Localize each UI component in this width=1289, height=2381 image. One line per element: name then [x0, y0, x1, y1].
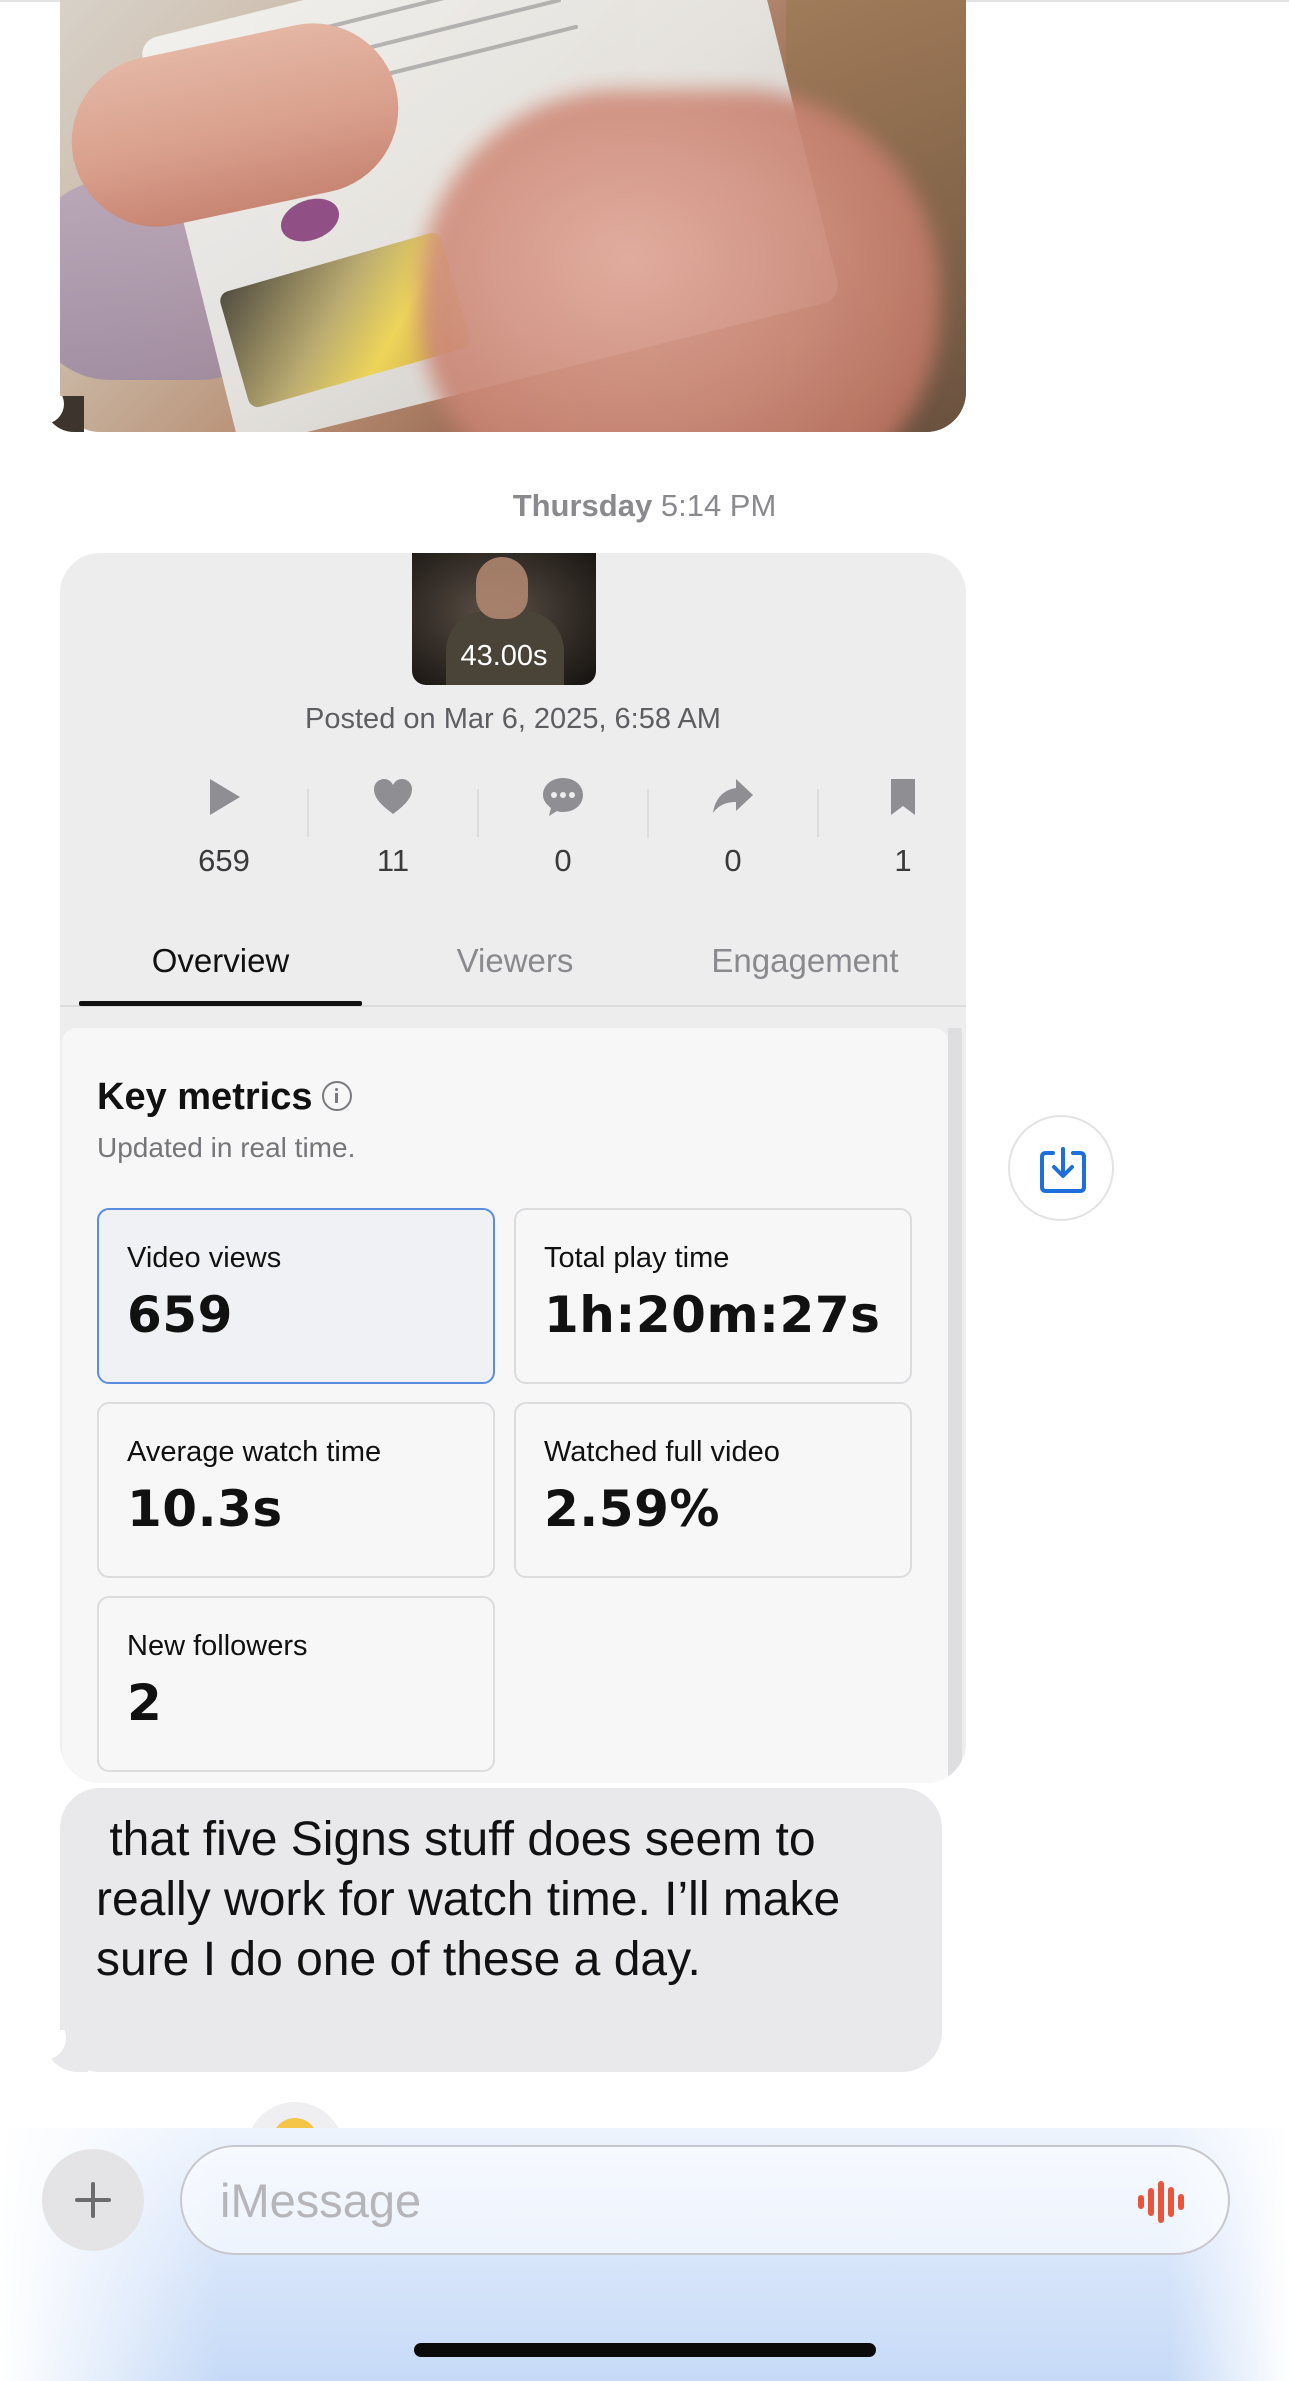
message-timestamp: Thursday 5:14 PM [0, 488, 1289, 524]
stat-likes-value: 11 [376, 843, 410, 878]
metric-value: 659 [127, 1286, 233, 1344]
metric-average-watch-time[interactable]: Average watch time 10.3s [97, 1402, 495, 1578]
metric-value: 1h:20m:27s [544, 1286, 881, 1344]
metric-label: New followers [127, 1630, 308, 1662]
timestamp-day: Thursday [512, 488, 653, 523]
active-tab-indicator [79, 1001, 362, 1006]
bookmark-icon [891, 779, 915, 815]
metric-label: Average watch time [127, 1436, 382, 1468]
stat-comments-value: 0 [554, 843, 572, 878]
metric-value: 10.3s [127, 1480, 283, 1538]
video-duration: 43.00s [460, 640, 548, 672]
metric-watched-full-video[interactable]: Watched full video 2.59% [514, 1402, 912, 1578]
tab-engagement[interactable]: Engagement [660, 933, 950, 1005]
stat-comments: 0 [478, 775, 648, 879]
key-metrics-card: Key metrics Updated in real time. Video … [62, 1028, 962, 1783]
waveform-icon[interactable] [1138, 2181, 1194, 2223]
screenshot-message[interactable]: 43.00s Posted on Mar 6, 2025, 6:58 AM 65… [60, 553, 966, 1783]
video-thumbnail: 43.00s [412, 553, 596, 685]
photo-finger [420, 90, 940, 432]
stat-likes: 11 [308, 775, 478, 879]
stat-views: 659 [139, 775, 309, 879]
key-metrics-title: Key metrics [97, 1076, 313, 1118]
home-indicator[interactable] [414, 2343, 876, 2357]
metric-label: Watched full video [544, 1436, 780, 1468]
heart-icon [374, 779, 412, 814]
metric-label: Video views [127, 1242, 282, 1274]
stat-saves: 1 [818, 775, 966, 879]
analytics-tabs: Overview Viewers Engagement [60, 933, 966, 1007]
stat-views-value: 659 [198, 843, 250, 878]
comment-icon [543, 778, 583, 816]
imessage-input[interactable]: iMessage [180, 2145, 1230, 2255]
stat-shares-value: 0 [724, 843, 742, 878]
message-bubble-tail [44, 2030, 88, 2072]
received-message[interactable]: that five Signs stuff does seem to reall… [60, 1788, 942, 2072]
photo-bubble-tail [44, 396, 84, 432]
tab-viewers[interactable]: Viewers [380, 933, 650, 1005]
tab-overview[interactable]: Overview [79, 933, 362, 1005]
metric-new-followers[interactable]: New followers 2 [97, 1596, 495, 1772]
key-metrics-heading: Key metrics [97, 1076, 353, 1119]
posted-date: Posted on Mar 6, 2025, 6:58 AM [305, 703, 721, 735]
metric-value: 2 [127, 1674, 163, 1732]
metric-total-play-time[interactable]: Total play time 1h:20m:27s [514, 1208, 912, 1384]
download-icon [1040, 1147, 1086, 1193]
metric-label: Total play time [544, 1242, 730, 1274]
stat-saves-value: 1 [894, 843, 912, 878]
video-stats: 659 11 0 0 1 [60, 775, 966, 895]
stat-shares: 0 [648, 775, 818, 879]
plus-icon[interactable] [42, 2149, 144, 2251]
scrollbar [948, 1028, 962, 1783]
photo-message[interactable] [60, 0, 966, 432]
imessage-placeholder: iMessage [220, 2174, 422, 2227]
metric-value: 2.59% [544, 1480, 720, 1538]
timestamp-time: 5:14 PM [660, 488, 777, 523]
key-metrics-subtitle: Updated in real time. [97, 1132, 356, 1163]
info-icon[interactable] [322, 1080, 353, 1111]
save-image-button[interactable] [1008, 1115, 1114, 1221]
metric-video-views[interactable]: Video views 659 [97, 1208, 495, 1384]
share-icon [713, 779, 753, 813]
play-icon [210, 779, 240, 815]
